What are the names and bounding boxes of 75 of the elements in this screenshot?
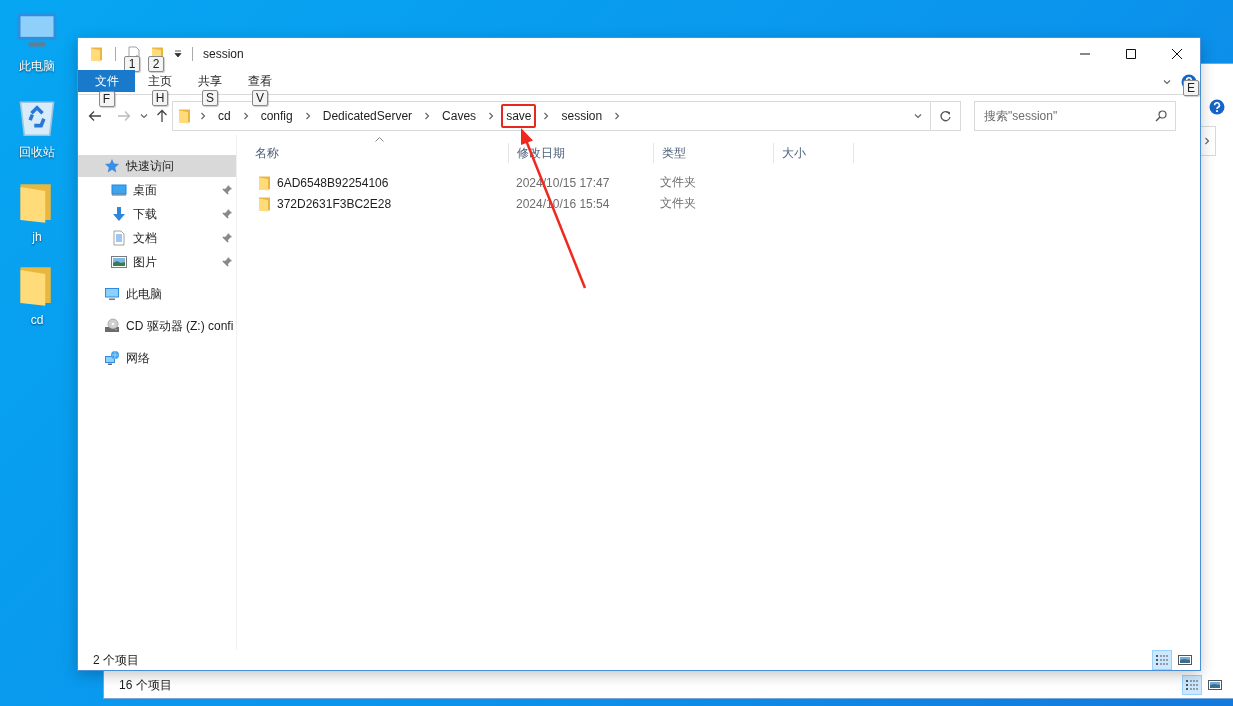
chevron-right-icon	[423, 112, 432, 120]
chevron-down-icon	[914, 112, 922, 120]
breadcrumb[interactable]: DedicatedServer	[317, 104, 418, 128]
key-tip-tooltip: S	[202, 90, 218, 106]
refresh-icon	[939, 109, 952, 123]
download-icon	[111, 206, 127, 222]
key-tip-tooltip: H	[152, 90, 168, 106]
thumbnail-view-icon	[1178, 654, 1192, 666]
column-header[interactable]: 大小	[774, 143, 854, 163]
folder-icon	[257, 174, 273, 191]
ribbon-tab[interactable]: 主页	[135, 70, 185, 92]
details-view-icon	[1185, 679, 1199, 691]
ribbon-tab[interactable]: 查看	[235, 70, 285, 92]
file-name[interactable]: 372D2631F3BC2E28	[277, 196, 392, 211]
key-tip-tooltip: 1	[124, 56, 140, 72]
search-icon	[1155, 110, 1167, 122]
folder-icon	[89, 46, 105, 62]
close-icon	[1172, 49, 1182, 59]
key-tip-tooltip: V	[252, 90, 268, 106]
nav-item[interactable]: 图片	[78, 251, 236, 273]
file-type: 文件夹	[660, 196, 696, 210]
back-arrow-icon	[88, 110, 102, 122]
document-icon	[111, 230, 127, 246]
desktop-icon	[111, 182, 127, 198]
thumbnail-view-icon	[1208, 679, 1222, 691]
chevron-right-icon	[487, 112, 496, 120]
chevron-right-icon	[542, 112, 551, 120]
refresh-button[interactable]	[931, 101, 961, 131]
chevron-right-icon	[613, 112, 622, 120]
breadcrumb[interactable]: session	[556, 104, 608, 128]
key-tip-tooltip: F	[98, 91, 115, 107]
cd-drive-icon	[104, 318, 120, 334]
breadcrumb[interactable]: save	[501, 104, 537, 128]
file-type: 文件夹	[660, 175, 696, 189]
chevron-down-icon	[140, 112, 148, 120]
column-header[interactable]: 名称	[247, 143, 509, 163]
nav-item[interactable]: 网络	[78, 347, 236, 369]
key-tip-tooltip: E	[1183, 80, 1199, 96]
dropdown-caret-icon[interactable]	[174, 50, 182, 58]
item-count: 16 个项目	[119, 676, 173, 694]
details-view-button[interactable]	[1182, 675, 1202, 695]
ribbon-tab[interactable]: 共享	[185, 70, 235, 92]
folder-icon	[257, 195, 273, 212]
chevron-right-icon	[241, 112, 250, 120]
breadcrumb[interactable]: Caves	[437, 104, 482, 128]
key-tip-tooltip: 2	[148, 56, 164, 72]
details-view-button[interactable]	[1152, 650, 1172, 670]
network-icon	[104, 350, 120, 366]
chevron-down-icon	[1163, 78, 1171, 86]
chevron-right-icon	[303, 112, 312, 120]
help-icon[interactable]	[1209, 99, 1225, 115]
details-view-icon	[1155, 654, 1169, 666]
breadcrumb[interactable]: config	[255, 104, 298, 128]
star-icon	[104, 158, 120, 174]
breadcrumb[interactable]: cd	[213, 104, 236, 128]
nav-item[interactable]: 此电脑	[78, 283, 236, 305]
forward-arrow-icon	[117, 110, 131, 122]
maximize-icon	[1126, 49, 1136, 59]
window-title: session	[203, 47, 244, 61]
item-count: 2 个项目	[93, 651, 140, 669]
picture-icon	[111, 254, 127, 270]
search-field[interactable]: 搜索"session"	[974, 101, 1176, 131]
computer-icon	[104, 286, 120, 302]
nav-item[interactable]: CD 驱动器 (Z:) confi	[78, 315, 236, 337]
nav-item[interactable]: 文档	[78, 227, 236, 249]
folder-icon	[177, 108, 193, 124]
column-header[interactable]: 类型	[654, 143, 774, 163]
file-name[interactable]: 6AD6548B92254106	[277, 175, 389, 190]
chevron-right-icon	[199, 112, 207, 120]
up-arrow-icon	[156, 109, 168, 123]
address-bar[interactable]: cd config DedicatedServer Caves save session	[172, 101, 931, 131]
nav-item[interactable]: 桌面	[78, 179, 236, 201]
chevron-right-icon	[1203, 137, 1211, 145]
nav-item[interactable]: 快速访问	[78, 155, 236, 177]
nav-item[interactable]: 下载	[78, 203, 236, 225]
